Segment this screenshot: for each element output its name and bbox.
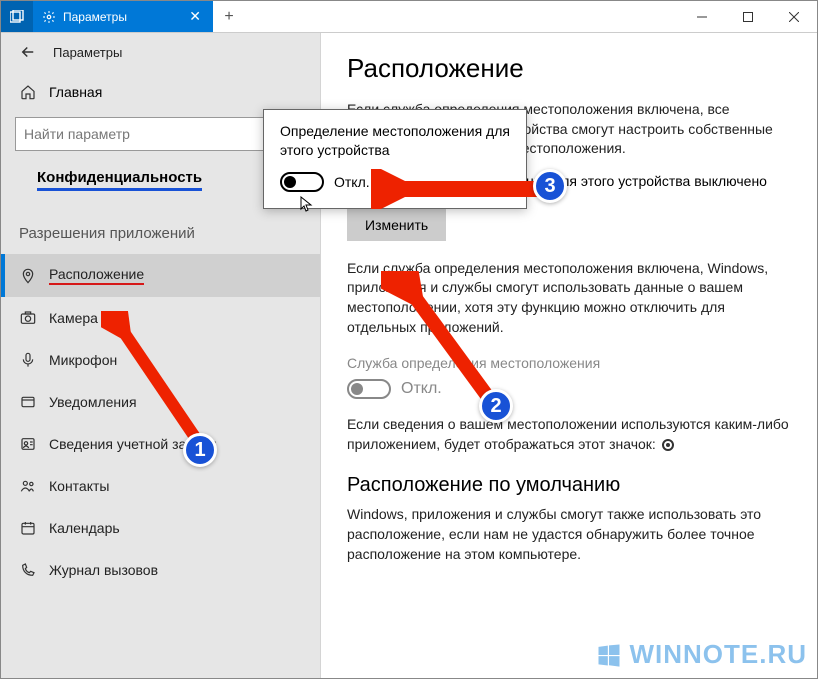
- sidebar-item-label: Расположение: [49, 266, 144, 285]
- task-view-icon[interactable]: [1, 1, 33, 32]
- account-icon: [19, 435, 37, 453]
- change-button[interactable]: Изменить: [347, 209, 446, 241]
- annotation-badge-3: 3: [533, 169, 567, 203]
- location-indicator-icon: [662, 439, 674, 451]
- sidebar-item-contacts[interactable]: Контакты: [1, 465, 320, 507]
- default-location-heading: Расположение по умолчанию: [347, 474, 789, 497]
- sidebar-item-home[interactable]: Главная: [1, 71, 320, 113]
- maximize-button[interactable]: [725, 1, 771, 32]
- tab-settings[interactable]: Параметры ✕: [33, 1, 213, 32]
- calendar-icon: [19, 519, 37, 537]
- phone-icon: [19, 561, 37, 579]
- new-tab-button[interactable]: +: [213, 1, 245, 32]
- annotation-badge-1: 1: [183, 433, 217, 467]
- close-tab-icon[interactable]: ✕: [185, 8, 205, 25]
- indicator-paragraph: Если сведения о вашем местоположении исп…: [347, 415, 789, 454]
- toggle-state-label: Откл.: [334, 174, 370, 190]
- sidebar-item-label: Журнал вызовов: [49, 562, 158, 578]
- titlebar: Параметры ✕ +: [1, 1, 817, 33]
- sidebar-item-label: Камера: [49, 310, 98, 326]
- sidebar-item-location[interactable]: Расположение: [1, 254, 320, 297]
- watermark: WINNOTE.RU: [595, 639, 807, 670]
- sidebar-item-label: Главная: [49, 84, 102, 100]
- breadcrumb: Параметры: [1, 33, 320, 71]
- default-location-paragraph: Windows, приложения и службы смогут такж…: [347, 505, 789, 564]
- sidebar-item-label: Контакты: [49, 478, 109, 494]
- minimize-button[interactable]: [679, 1, 725, 32]
- search-field[interactable]: [24, 126, 283, 142]
- sidebar-privacy-heading: Конфиденциальность: [37, 169, 202, 191]
- contacts-icon: [19, 477, 37, 495]
- microphone-icon: [19, 351, 37, 369]
- close-window-button[interactable]: [771, 1, 817, 32]
- home-icon: [19, 83, 37, 101]
- sidebar-item-label: Календарь: [49, 520, 120, 536]
- page-title: Расположение: [347, 53, 789, 84]
- annotation-badge-2: 2: [479, 389, 513, 423]
- tab-label: Параметры: [63, 10, 127, 24]
- camera-icon: [19, 309, 37, 327]
- sidebar-item-calendar[interactable]: Календарь: [1, 507, 320, 549]
- breadcrumb-label: Параметры: [53, 45, 122, 60]
- back-icon[interactable]: [19, 43, 37, 61]
- windows-logo-icon: [595, 641, 623, 669]
- location-icon: [19, 267, 37, 285]
- notification-icon: [19, 393, 37, 411]
- sidebar-section-title: Разрешения приложений: [1, 215, 320, 254]
- device-location-toggle[interactable]: [280, 172, 324, 192]
- cursor-icon: [300, 196, 314, 212]
- sidebar-item-call-history[interactable]: Журнал вызовов: [1, 549, 320, 591]
- window-controls: [679, 1, 817, 32]
- dialog-text: Определение местоположения для этого уст…: [280, 122, 510, 160]
- gear-icon: [41, 9, 57, 25]
